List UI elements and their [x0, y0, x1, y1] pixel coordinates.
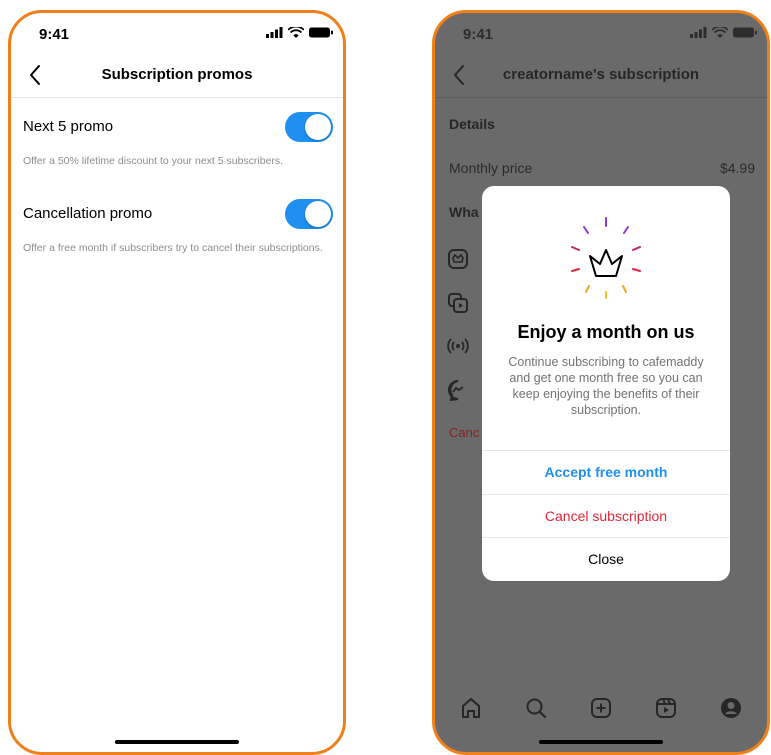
- nav-bar: creatorname's subscription: [435, 53, 767, 97]
- free-month-modal: Enjoy a month on us Continue subscribing…: [482, 186, 730, 581]
- cancel-subscription-button[interactable]: Cancel subscription: [482, 494, 730, 537]
- home-indicator: [115, 740, 239, 744]
- tab-bar: [435, 690, 767, 726]
- status-bar: 9:41: [435, 13, 767, 53]
- setting-description: Offer a 50% lifetime discount to your ne…: [23, 155, 284, 167]
- close-button[interactable]: Close: [482, 537, 730, 580]
- setting-row-cancellation-promo: Cancellation promo: [11, 195, 343, 235]
- status-time: 9:41: [39, 26, 70, 43]
- messenger-icon: [448, 380, 464, 401]
- phone-screen-subscription-promos: 9:41 Subscription promos Next 5 promo Of…: [8, 10, 346, 755]
- modal-body: Continue subscribing to cafemaddy and ge…: [508, 355, 704, 417]
- status-icons: [690, 27, 757, 38]
- details-heading: Details: [449, 116, 495, 132]
- tab-search[interactable]: [522, 694, 550, 722]
- crown-illustration: [482, 210, 730, 306]
- cancellation-promo-toggle[interactable]: [285, 199, 333, 229]
- setting-description: Offer a free month if subscribers try to…: [23, 242, 323, 254]
- monthly-price-row: Monthly price $4.99: [449, 160, 755, 176]
- status-icons: [266, 27, 333, 38]
- modal-title: Enjoy a month on us: [517, 322, 695, 342]
- wifi-icon: [288, 27, 304, 38]
- phone-screen-subscription-modal: 9:41 creatorname's subscription Details …: [432, 10, 770, 755]
- accept-free-month-button[interactable]: Accept free month: [482, 450, 730, 493]
- page-title: creatorname's subscription: [502, 66, 700, 83]
- cancel-subscription-link-partial: Canc: [449, 425, 480, 440]
- setting-label: Cancellation promo: [23, 205, 153, 222]
- wifi-icon: [712, 27, 728, 38]
- nav-divider: [435, 97, 767, 98]
- whats-included-heading: Wha: [449, 204, 479, 220]
- tab-reels[interactable]: [652, 694, 680, 722]
- search-icon: [526, 698, 547, 718]
- home-indicator: [539, 740, 663, 744]
- reels-icon: [655, 698, 676, 718]
- signal-icon: [266, 27, 283, 38]
- crown-icon: [571, 217, 641, 299]
- status-bar: 9:41: [11, 13, 343, 53]
- next-5-promo-toggle[interactable]: [285, 112, 333, 142]
- monthly-price-label: Monthly price: [449, 160, 533, 176]
- create-icon: [590, 698, 611, 718]
- signal-icon: [690, 27, 707, 38]
- tab-create[interactable]: [587, 694, 615, 722]
- live-broadcast-icon: [447, 338, 469, 354]
- nav-bar: Subscription promos: [11, 53, 343, 97]
- battery-icon: [733, 27, 757, 38]
- setting-label: Next 5 promo: [23, 118, 114, 135]
- monthly-price-value: $4.99: [719, 160, 755, 176]
- status-time: 9:41: [463, 26, 494, 43]
- badge-icon: [448, 249, 468, 269]
- toggle-knob: [305, 114, 331, 140]
- battery-icon: [309, 27, 333, 38]
- page-title: Subscription promos: [101, 66, 253, 83]
- tab-home[interactable]: [457, 694, 485, 722]
- setting-row-next-5-promo: Next 5 promo: [11, 108, 343, 148]
- nav-divider: [11, 97, 343, 98]
- profile-icon: [720, 698, 741, 718]
- tab-profile[interactable]: [717, 694, 745, 722]
- exclusive-content-icon: [448, 293, 468, 313]
- toggle-knob: [305, 201, 331, 227]
- home-icon: [462, 698, 481, 718]
